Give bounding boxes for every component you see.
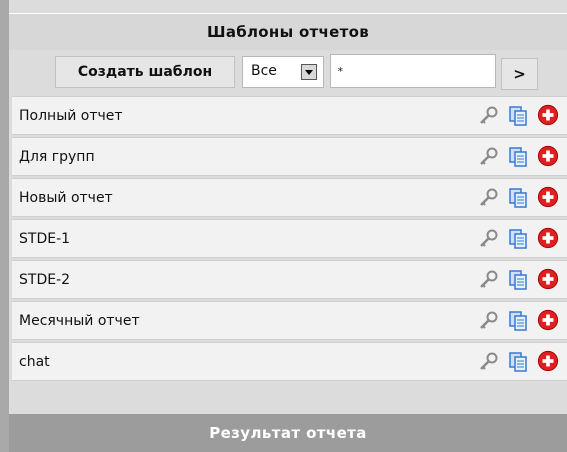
row-actions <box>475 104 567 129</box>
delete-icon[interactable] <box>537 350 559 372</box>
create-template-button[interactable]: Создать шаблон <box>55 56 235 88</box>
template-name: STDE-2 <box>19 272 71 288</box>
row-actions <box>475 350 567 375</box>
toolbar: Создать шаблон Все > <box>9 50 567 94</box>
key-icon[interactable] <box>477 351 499 373</box>
key-icon[interactable] <box>477 228 499 250</box>
delete-icon[interactable] <box>537 186 559 208</box>
row-actions <box>475 268 567 293</box>
list-bottom-strip <box>9 385 567 413</box>
go-button[interactable]: > <box>501 58 538 90</box>
result-header[interactable]: Результат отчета <box>9 414 567 452</box>
copy-icon[interactable] <box>507 351 529 373</box>
row-actions <box>475 309 567 334</box>
template-name: Новый отчет <box>19 190 113 206</box>
template-name: STDE-1 <box>19 231 71 247</box>
delete-icon[interactable] <box>537 268 559 290</box>
copy-icon[interactable] <box>507 310 529 332</box>
key-icon[interactable] <box>477 105 499 127</box>
chevron-down-icon[interactable] <box>301 64 317 80</box>
copy-icon[interactable] <box>507 269 529 291</box>
template-name: Полный отчет <box>19 108 123 124</box>
list-item[interactable]: Для групп <box>12 137 567 176</box>
templates-panel: Шаблоны отчетов Создать шаблон Все > Пол… <box>0 0 567 452</box>
key-icon[interactable] <box>477 310 499 332</box>
delete-icon[interactable] <box>537 309 559 331</box>
filter-select-value: Все <box>251 63 277 79</box>
template-name: Месячный отчет <box>19 313 140 329</box>
copy-icon[interactable] <box>507 228 529 250</box>
list-item[interactable]: STDE-1 <box>12 219 567 258</box>
filter-select[interactable]: Все <box>242 56 324 88</box>
list-item[interactable]: Полный отчет <box>12 96 567 135</box>
row-actions <box>475 145 567 170</box>
key-icon[interactable] <box>477 146 499 168</box>
copy-icon[interactable] <box>507 187 529 209</box>
panel-title: Шаблоны отчетов <box>9 13 567 50</box>
left-border-bar <box>0 0 9 452</box>
delete-icon[interactable] <box>537 104 559 126</box>
filter-input[interactable] <box>330 54 496 88</box>
template-name: chat <box>19 354 50 370</box>
key-icon[interactable] <box>477 187 499 209</box>
list-item[interactable]: Новый отчет <box>12 178 567 217</box>
delete-icon[interactable] <box>537 227 559 249</box>
list-item[interactable]: STDE-2 <box>12 260 567 299</box>
key-icon[interactable] <box>477 269 499 291</box>
copy-icon[interactable] <box>507 105 529 127</box>
row-actions <box>475 186 567 211</box>
templates-list: Полный отчет Для групп Новый отчет STDE-… <box>12 96 567 383</box>
list-item[interactable]: chat <box>12 342 567 381</box>
copy-icon[interactable] <box>507 146 529 168</box>
template-name: Для групп <box>19 149 95 165</box>
delete-icon[interactable] <box>537 145 559 167</box>
row-actions <box>475 227 567 252</box>
list-item[interactable]: Месячный отчет <box>12 301 567 340</box>
